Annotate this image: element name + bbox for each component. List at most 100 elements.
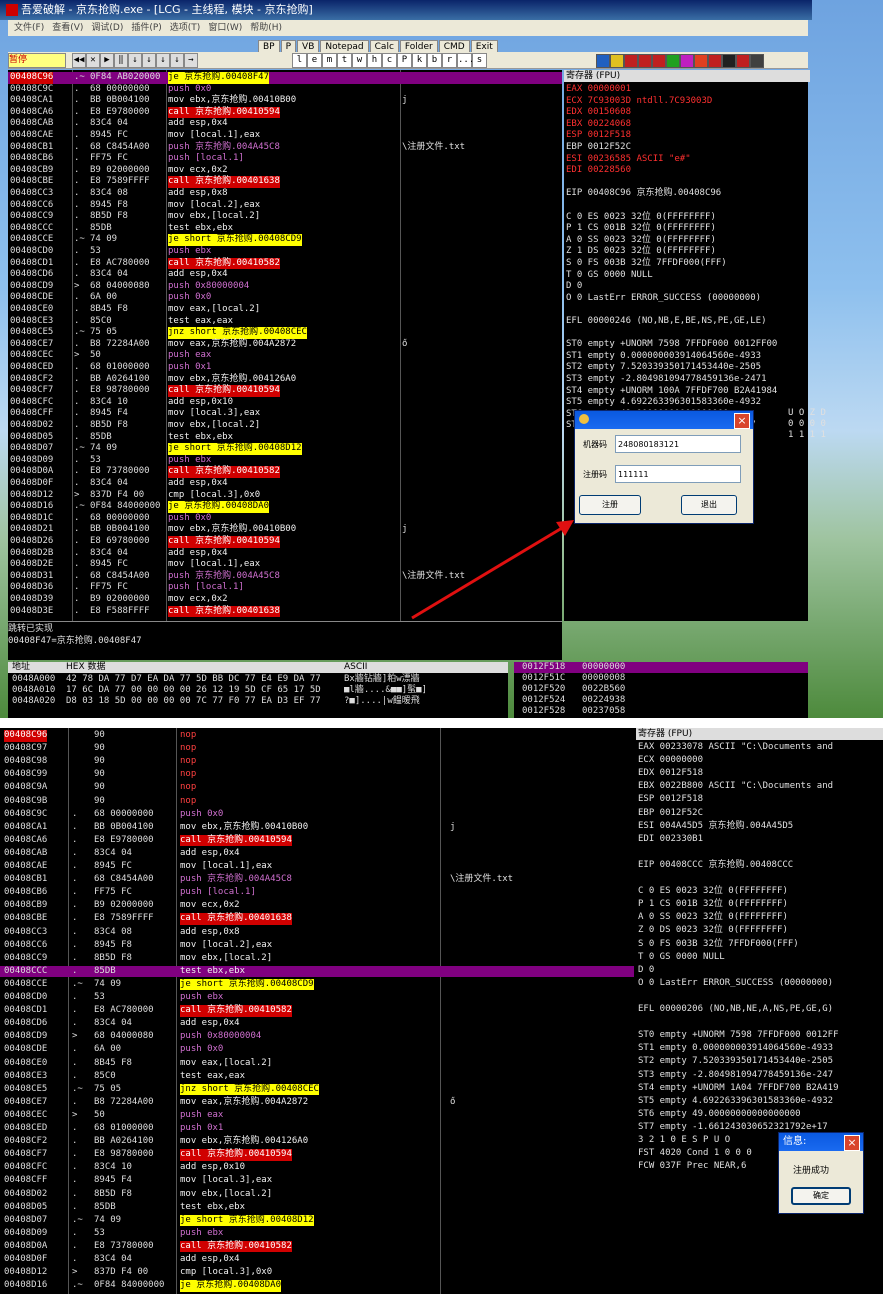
disasm-row[interactable]: 00408CD9 >68 04000080 push 0x80000004 xyxy=(0,1031,634,1043)
disasm-hex: E8 7589FFFF xyxy=(94,913,154,924)
disasm-instruction: push ebx xyxy=(180,992,224,1002)
disasm-instruction: test ebx,ebx xyxy=(180,965,246,976)
disasm-address: 00408CD6 xyxy=(4,1018,48,1029)
register-line: 3 2 1 0 E S P U O xyxy=(638,1135,731,1145)
confirm-button[interactable]: 确定 xyxy=(791,1187,851,1205)
disasm-marker: . xyxy=(72,1123,78,1133)
disasm-address: 00408D0A xyxy=(4,1240,48,1251)
disasm-address: 00408CD0 xyxy=(4,992,48,1002)
disasm-row[interactable]: 00408D02. 8B5D F8 mov ebx,[local.2] xyxy=(0,1189,634,1201)
disasm-row[interactable]: 00408CEC >50 push eax xyxy=(0,1110,634,1122)
disasm-row[interactable]: 00408CC3. 83C4 08 add esp,0x8 xyxy=(0,927,634,939)
register-line: ST4 empty +UNORM 1A04 7FFDF700 B2A419 xyxy=(638,1082,839,1093)
disasm-row[interactable]: 00408D0A. E8 73780000 call 京东抢购.00410582 xyxy=(0,1240,634,1253)
disasm-row[interactable]: 00408CD0. 53 push ebx xyxy=(0,992,634,1004)
disasm-row[interactable]: 00408CD1. E8 AC780000 call 京东抢购.00410582 xyxy=(0,1005,634,1017)
disasm-address: 00408CF7 xyxy=(4,1149,48,1160)
disasm-row[interactable]: 00408CFC. 83C4 10 add esp,0x10 xyxy=(0,1162,634,1174)
disasm-instruction: nop xyxy=(180,730,197,740)
disasm-marker: . xyxy=(72,1044,78,1055)
disasm-hex: 90 xyxy=(94,795,105,806)
disasm-instruction: call 京东抢购.00410582 xyxy=(180,1240,292,1253)
disasm-instruction: push 京东抢购.004A45C8 xyxy=(180,874,292,885)
disasm-hex: 74 09 xyxy=(94,978,122,989)
disasm-row[interactable]: 00408CED. 68 01000000 push 0x1 xyxy=(0,1123,634,1135)
disasm-hex: 83C4 04 xyxy=(94,1254,132,1264)
disasm-instruction: push ebx xyxy=(180,1227,224,1238)
disasm-marker: . xyxy=(72,1070,78,1081)
disasm-row[interactable]: 00408C96 90 nop xyxy=(0,730,634,742)
disasm-row[interactable]: 00408CE3. 85C0 test eax,eax xyxy=(0,1071,634,1083)
disasm-row[interactable]: 00408C98 90 nop xyxy=(0,756,634,768)
disasm-row[interactable]: 00408CAB. 83C4 04 add esp,0x4 xyxy=(0,848,634,860)
bottom-screenshot: 00408C96 90 nop 00408C97 90 nop 00408C98 90 nop 0… xyxy=(0,728,883,1294)
disasm-row[interactable]: 00408CCE .~ 74 09 je short 京东抢购.00408CD9 xyxy=(0,978,634,991)
disassembly-pane-2[interactable]: 00408C96 90 nop 00408C97 90 nop 00408C98 90 nop 0… xyxy=(0,728,634,1294)
disasm-marker: . xyxy=(72,1201,78,1212)
disasm-row[interactable]: 00408C97 90 nop xyxy=(0,743,634,755)
disasm-hex: 85DB xyxy=(94,1201,116,1212)
register-pane-header-2: 寄存器 (FPU) xyxy=(636,728,883,740)
disasm-row[interactable]: 00408CB6. FF75 FC push [local.1] xyxy=(0,887,634,899)
disasm-row[interactable]: 00408CAE. 8945 FC mov [local.1],eax xyxy=(0,861,634,873)
disasm-address: 00408CC3 xyxy=(4,926,48,937)
disasm-hex: 85C0 xyxy=(94,1070,116,1081)
register-line: EDI 002330B1 xyxy=(638,833,704,844)
disasm-row[interactable]: 00408CC6. 8945 F8 mov [local.2],eax xyxy=(0,940,634,952)
disasm-comment: \注册文件.txt xyxy=(450,874,514,885)
disasm-row[interactable]: 00408CF7. E8 98780000 call 京东抢购.00410594 xyxy=(0,1149,634,1161)
disasm-row[interactable]: 00408CDE. 6A 00 push 0x0 xyxy=(0,1044,634,1056)
disasm-hex: 8945 F4 xyxy=(94,1175,132,1186)
disasm-hex: 68 01000000 xyxy=(94,1123,154,1133)
register-line: EIP 00408CCC 京东抢购.00408CCC xyxy=(638,859,794,870)
disasm-hex: 8B45 F8 xyxy=(94,1057,132,1068)
disasm-row[interactable]: 00408CBE. E8 7589FFFF call 京东抢购.00401638 xyxy=(0,913,634,925)
disasm-row[interactable]: 00408D05. 85DB test ebx,ebx xyxy=(0,1202,634,1214)
disasm-row[interactable]: 00408CE5 .~ 75 05 jnz short 京东抢购.00408CEC xyxy=(0,1083,634,1096)
disasm-marker: . xyxy=(72,952,78,963)
disasm-row[interactable]: 00408CB1. 68 C8454A00 push 京东抢购.004A45C8 \注… xyxy=(0,874,634,886)
disasm-instruction: call 京东抢购.00410582 xyxy=(180,1005,292,1017)
disasm-row[interactable]: 00408C9B 90 nop xyxy=(0,796,634,808)
disasm-row[interactable]: 00408CCC. 85DB test ebx,ebx xyxy=(0,965,634,978)
disasm-row[interactable]: 00408CF2. BB A0264100 mov ebx,京东抢购.004126A… xyxy=(0,1136,634,1148)
close-icon-2[interactable]: × xyxy=(844,1135,860,1151)
disasm-marker: .~ xyxy=(72,1280,83,1291)
disasm-row[interactable]: 00408D12 >837D F4 00 cmp [local.3],0x0 xyxy=(0,1267,634,1279)
disasm-row[interactable]: 00408D0F. 83C4 04 add esp,0x4 xyxy=(0,1254,634,1266)
disasm-marker: . xyxy=(72,939,78,950)
register-line: FST 4020 Cond 1 0 0 0 xyxy=(638,1148,752,1159)
disasm-row[interactable]: 00408CB9. B9 02000000 mov ecx,0x2 xyxy=(0,900,634,912)
disasm-marker: > xyxy=(72,1267,78,1278)
disasm-marker: . xyxy=(72,861,78,871)
disasm-marker: . xyxy=(72,1227,78,1238)
disasm-row[interactable]: 00408C99 90 nop xyxy=(0,769,634,781)
disasm-hex: 68 C8454A00 xyxy=(94,874,154,885)
disasm-address: 00408CB9 xyxy=(4,900,48,911)
disasm-row[interactable]: 00408CE7. B8 72284A00 mov eax,京东抢购.004A287… xyxy=(0,1097,634,1109)
disasm-address: 00408CE3 xyxy=(4,1070,48,1081)
disasm-row[interactable]: 00408CD6. 83C4 04 add esp,0x4 xyxy=(0,1018,634,1030)
disasm-hex: 53 xyxy=(94,992,105,1002)
disasm-comment: ő xyxy=(450,1096,456,1107)
disasm-address: 00408C9A xyxy=(4,782,48,793)
disasm-row[interactable]: 00408CE0. 8B45 F8 mov eax,[local.2] xyxy=(0,1058,634,1070)
register-line: Z 0 DS 0023 32位 0(FFFFFFFF) xyxy=(638,925,788,936)
disasm-row[interactable]: 00408C9A 90 nop xyxy=(0,782,634,794)
disasm-row[interactable]: 00408CFF. 8945 F4 mov [local.3],eax xyxy=(0,1175,634,1187)
disasm-address: 00408D12 xyxy=(4,1267,48,1278)
disasm-row[interactable]: 00408C9C. 68 00000000 push 0x0 xyxy=(0,809,634,821)
disasm-row[interactable]: 00408CC9. 8B5D F8 mov ebx,[local.2] xyxy=(0,953,634,965)
register-line: S 0 FS 003B 32位 7FFDF000(FFF) xyxy=(638,938,799,949)
disasm-instruction: add esp,0x4 xyxy=(180,847,240,858)
disasm-row[interactable]: 00408CA1. BB 0B004100 mov ebx,京东抢购.00410B0… xyxy=(0,822,634,834)
disasm-instruction: mov ebx,京东抢购.004126A0 xyxy=(180,1136,309,1147)
disasm-hex: 90 xyxy=(94,782,105,793)
disasm-row[interactable]: 00408D09. 53 push ebx xyxy=(0,1228,634,1240)
disasm-hex: E8 E9780000 xyxy=(94,834,154,845)
register-line: P 1 CS 001B 32位 0(FFFFFFFF) xyxy=(638,899,788,910)
disasm-address: 00408CAE xyxy=(4,861,48,871)
disasm-row[interactable]: 00408CA6. E8 E9780000 call 京东抢购.00410594 xyxy=(0,834,634,847)
disasm-row[interactable]: 00408D07 .~ 74 09 je short 京东抢购.00408D12 xyxy=(0,1214,634,1227)
disasm-row[interactable]: 00408D16 .~ 0F84 84000000 je 京东抢购.00408DA0 xyxy=(0,1280,634,1292)
